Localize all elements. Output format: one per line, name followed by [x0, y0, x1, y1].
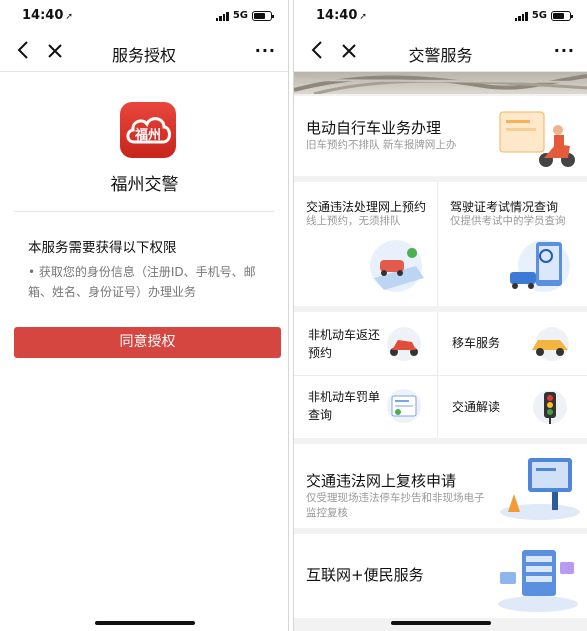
- more-icon[interactable]: ···: [255, 41, 276, 60]
- battery-icon: [252, 10, 274, 21]
- page-title: 服务授权: [111, 46, 176, 65]
- internet-service-title: 互联网+便民服务: [306, 566, 424, 584]
- violation-review-title: 交通违法网上复核申请: [306, 472, 457, 490]
- agree-authorize-button[interactable]: 同意授权: [14, 327, 281, 358]
- violation-review-card[interactable]: 交通违法网上复核申请 仅受理现场违法停车抄告和非现场电子 监控复核: [294, 444, 587, 528]
- violation-appointment-subtitle: 线上预约，无须排队: [306, 215, 401, 227]
- left-phone-screen: 14:40 ➚ 5G 服务授权 ··· 福州 福州交警 本服务需要获得以下权限 •…: [0, 0, 289, 631]
- cloud-logo-icon: 福州: [126, 117, 171, 144]
- nonmotor-return-title: 非机动车返还 预约: [308, 328, 381, 360]
- permission-description: • 获取您的身份信息（注册ID、手机号、邮箱、姓名、身份证号）办理业务: [28, 265, 256, 299]
- review-screen-icon: [500, 458, 580, 520]
- move-car-title: 移车服务: [452, 336, 501, 350]
- scooter-icon: [387, 327, 421, 361]
- car-icon: [532, 327, 569, 361]
- nonmotor-fine-title: 非机动车罚单 查询: [308, 390, 381, 422]
- traffic-light-icon: [533, 390, 567, 424]
- move-car-tile[interactable]: 移车服务: [438, 312, 587, 375]
- status-indicators: 5G: [215, 10, 274, 21]
- right-phone-screen: 14:40 ➚ 5G 交警服务 ··· 电动自行车业务办理 旧车预约不排队 新车报…: [293, 0, 587, 631]
- violation-appointment-tile[interactable]: 交通违法处理网上预约 线上预约，无须排队: [294, 182, 437, 306]
- app-logo: 福州: [120, 102, 176, 158]
- signal-icon: [215, 11, 229, 21]
- status-time: 14:40 ➚: [316, 8, 367, 23]
- home-indicator: [391, 621, 491, 625]
- ebike-title: 电动自行车业务办理: [306, 119, 442, 137]
- permission-title: 本服务需要获得以下权限: [28, 240, 177, 256]
- nonmotor-return-tile[interactable]: 非机动车返还 预约: [294, 312, 437, 375]
- ebike-subtitle: 旧车预约不排队 新车报牌网上办: [306, 139, 457, 151]
- license-exam-subtitle: 仅提供考试中的学员查询: [450, 215, 566, 227]
- traffic-explain-tile[interactable]: 交通解读: [438, 376, 587, 438]
- service-grid-small: 非机动车返还 预约 移车服务 非机动车罚单 查询 交通解读: [294, 312, 587, 438]
- license-exam-tile[interactable]: 驾驶证考试情况查询 仅提供考试中的学员查询: [438, 182, 587, 306]
- exam-search-icon: [510, 240, 570, 292]
- ebike-illustration-icon: [499, 111, 575, 167]
- nonmotor-fine-tile[interactable]: 非机动车罚单 查询: [294, 376, 437, 438]
- more-icon[interactable]: ···: [554, 41, 575, 60]
- divider: [14, 211, 274, 212]
- status-time: 14:40 ➚: [22, 8, 73, 23]
- ebike-service-card[interactable]: 电动自行车业务办理 旧车预约不排队 新车报牌网上办: [294, 96, 587, 176]
- violation-review-subtitle: 仅受理现场违法停车抄告和非现场电子 监控复核: [306, 492, 485, 519]
- internet-service-icon: [498, 550, 578, 612]
- status-bar: 14:40 ➚ 5G: [0, 0, 288, 32]
- service-grid-top: 交通违法处理网上预约 线上预约，无须排队 驾驶证考试情况查询 仅提供考试中的学员…: [294, 182, 587, 306]
- car-map-icon: [370, 240, 424, 292]
- location-arrow-icon: ➚: [65, 12, 73, 22]
- internet-service-card[interactable]: 互联网+便民服务: [294, 534, 587, 618]
- network-type: 5G: [232, 10, 248, 21]
- nav-bar: 交警服务 ···: [294, 32, 587, 72]
- signal-icon: [514, 11, 528, 21]
- ticket-icon: [387, 389, 421, 423]
- nav-bar: 服务授权 ···: [0, 32, 288, 72]
- network-type: 5G: [531, 10, 547, 21]
- highway-banner-image: [294, 72, 587, 94]
- app-name: 福州交警: [110, 175, 179, 195]
- battery-icon: [551, 10, 573, 21]
- home-indicator: [95, 621, 195, 625]
- status-indicators: 5G: [514, 10, 573, 21]
- page-title: 交警服务: [408, 46, 473, 65]
- logo-text: 福州: [134, 127, 161, 143]
- traffic-explain-title: 交通解读: [452, 400, 501, 414]
- status-bar: 14:40 ➚ 5G: [294, 0, 587, 32]
- location-arrow-icon: ➚: [359, 12, 367, 22]
